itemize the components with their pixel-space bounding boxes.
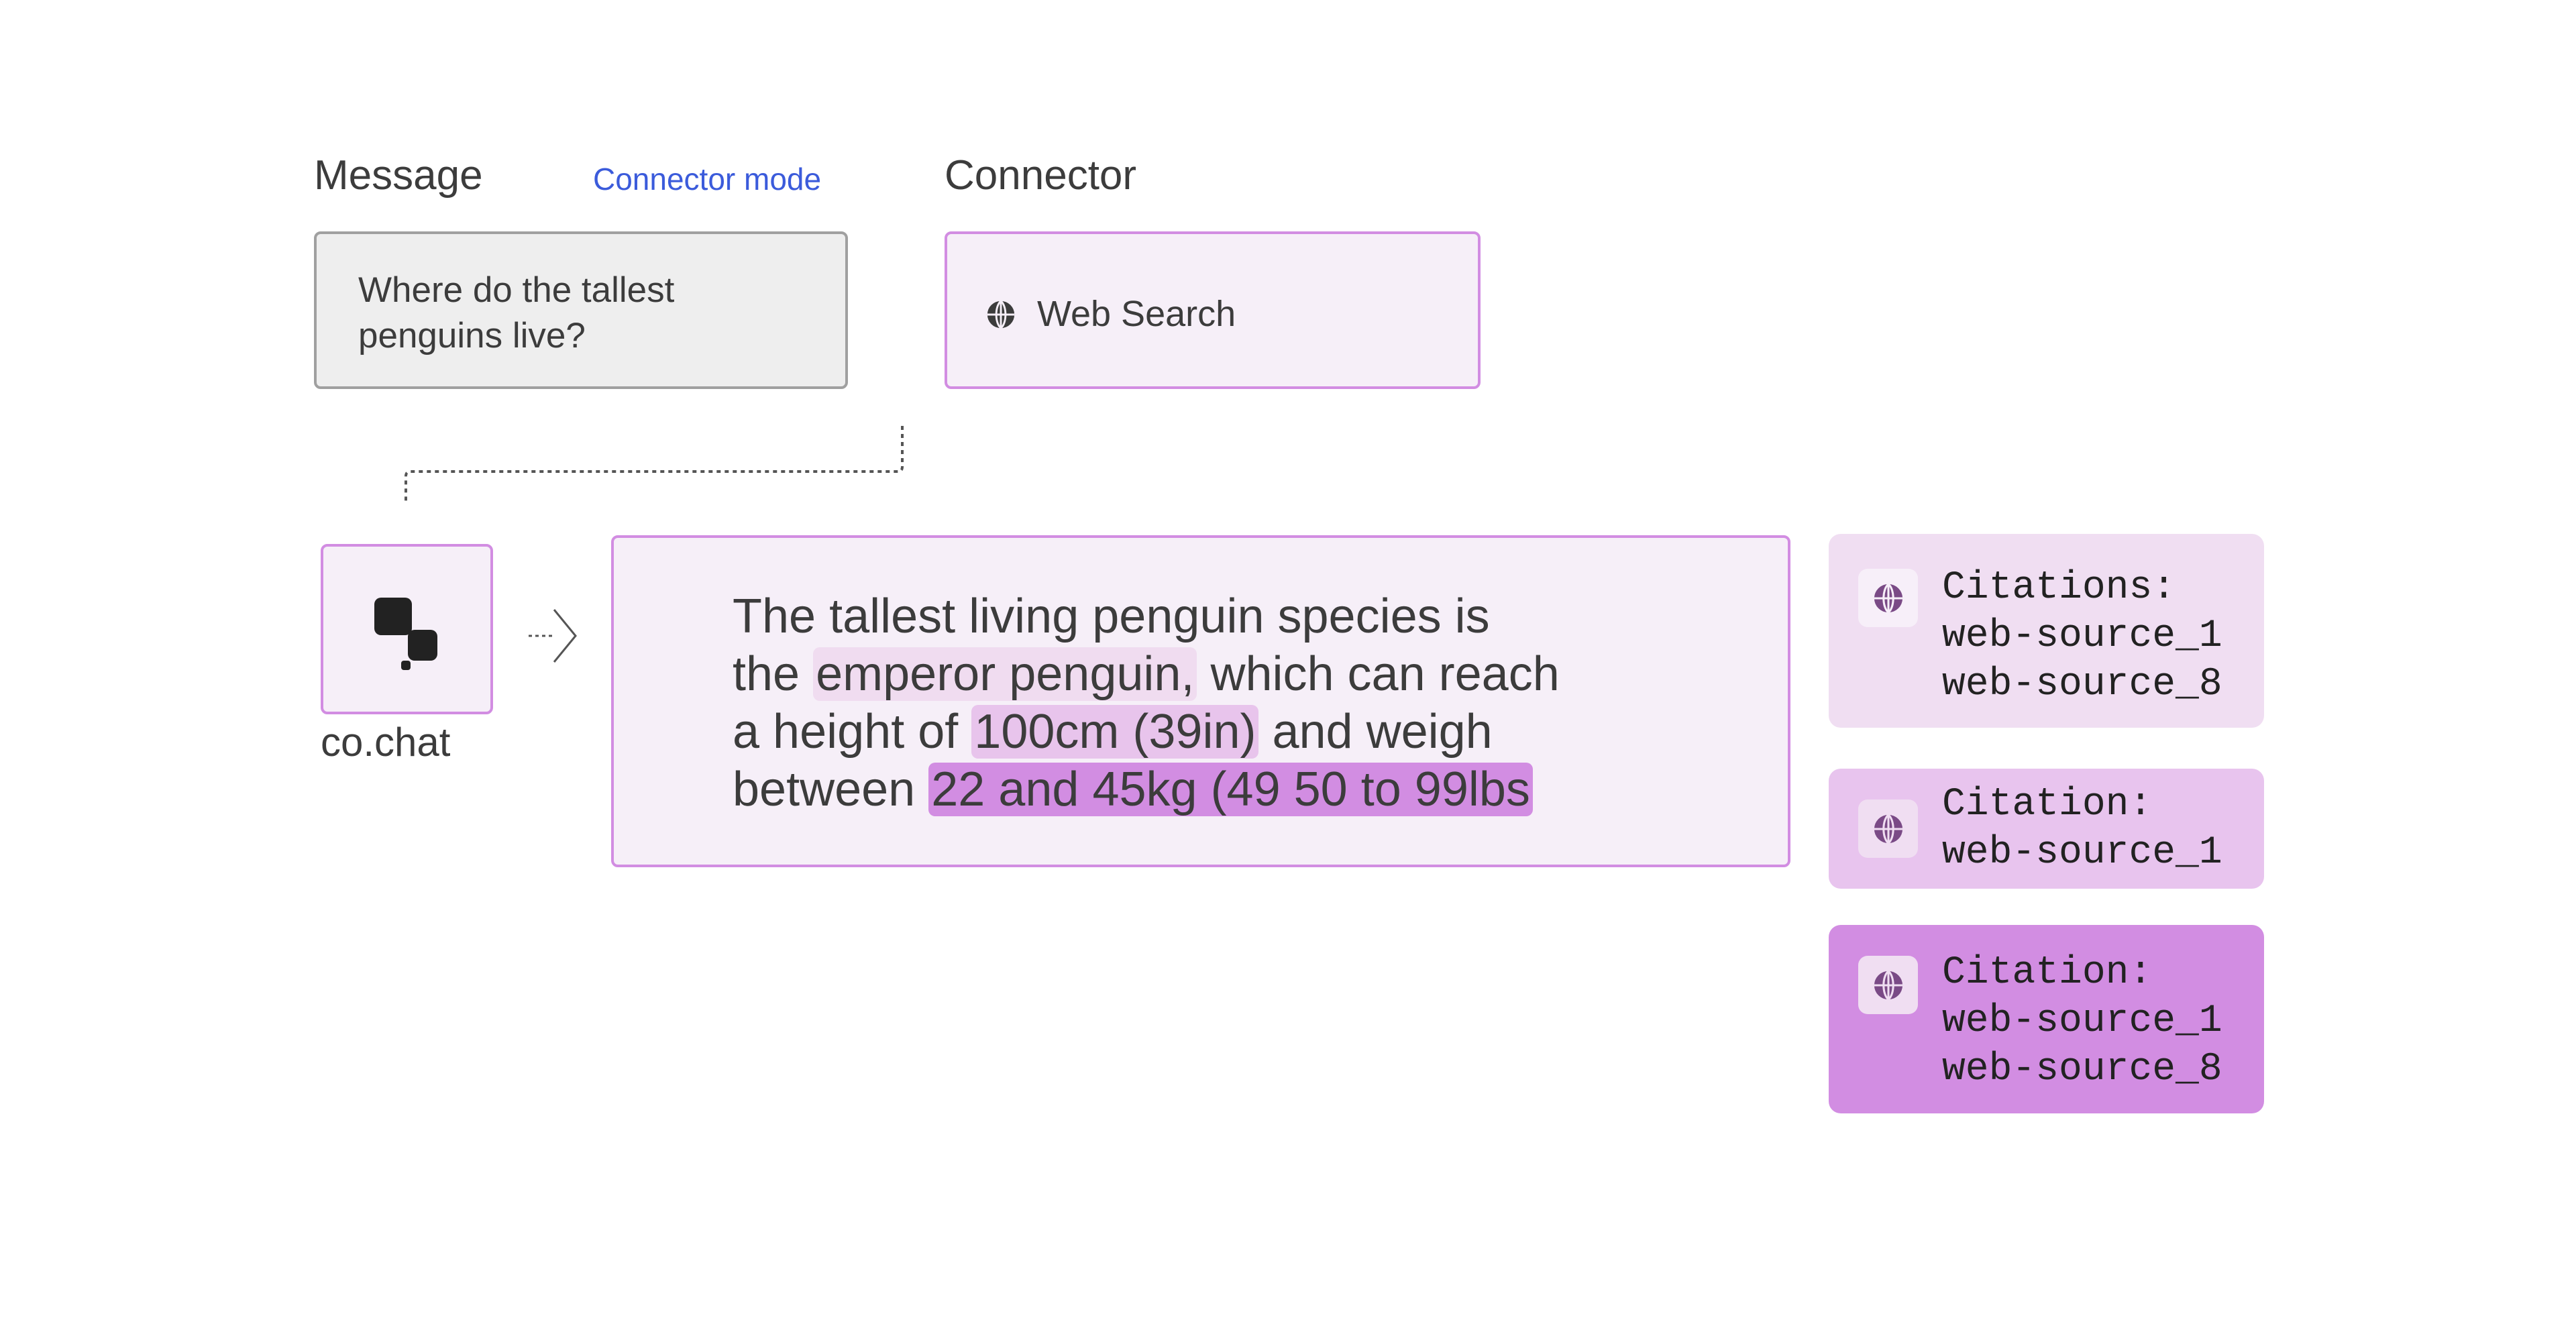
message-line: Where do the tallest	[358, 270, 675, 310]
citation-text: Citation: web-source_1 web-source_8	[1942, 949, 2222, 1094]
citation-title: Citations:	[1942, 566, 2176, 610]
citation-card-1[interactable]: Citations: web-source_1 web-source_8	[1829, 534, 2264, 728]
connector-mode-link[interactable]: Connector mode	[593, 161, 821, 197]
citation-highlight-2[interactable]: 100cm (39in)	[971, 705, 1259, 759]
globe-icon	[1874, 814, 1902, 844]
message-text: Where do the tallest penguins live?	[358, 268, 674, 359]
response-box: The tallest living penguin species is th…	[611, 535, 1790, 867]
response-line: The tallest living penguin species is	[733, 590, 1490, 643]
text: the	[733, 647, 814, 701]
citation-source: web-source_1	[1942, 614, 2222, 658]
globe-icon	[1874, 970, 1902, 1000]
cohere-chat-logo-icon	[374, 598, 437, 670]
text: and weigh	[1258, 705, 1493, 759]
citation-highlight-3[interactable]: 22 and 45kg (49 50 to 99lbs	[928, 763, 1533, 816]
text: which can reach	[1197, 647, 1560, 701]
response-text: The tallest living penguin species is th…	[733, 588, 1739, 818]
response-line: between 22 and 45kg (49 50 to 99lbs	[733, 761, 1739, 818]
co-chat-label: co.chat	[321, 720, 451, 765]
citation-card-2[interactable]: Citation: web-source_1	[1829, 769, 2264, 889]
arrow-right-icon	[529, 609, 577, 663]
citation-card-3[interactable]: Citation: web-source_1 web-source_8	[1829, 925, 2264, 1113]
citation-text: Citation: web-source_1	[1942, 781, 2222, 877]
response-line: a height of 100cm (39in) and weigh	[733, 703, 1739, 761]
citation-source: web-source_8	[1942, 1048, 2222, 1091]
citation-title: Citation:	[1942, 783, 2153, 826]
text: between	[733, 763, 929, 816]
citation-highlight-1[interactable]: emperor penguin,	[813, 647, 1197, 701]
response-line: the emperor penguin, which can reach	[733, 645, 1739, 703]
citation-icon-box	[1858, 569, 1918, 627]
globe-icon	[987, 300, 1015, 329]
message-line: penguins live?	[358, 316, 586, 355]
co-chat-box	[321, 544, 493, 714]
citation-icon-box	[1858, 956, 1918, 1014]
citation-source: web-source_1	[1942, 999, 2222, 1043]
message-header: Message	[314, 152, 483, 199]
citation-source: web-source_8	[1942, 663, 2222, 706]
connector-header: Connector	[945, 152, 1137, 199]
message-box: Where do the tallest penguins live?	[314, 231, 848, 389]
globe-icon	[1874, 583, 1902, 613]
citation-text: Citations: web-source_1 web-source_8	[1942, 564, 2222, 709]
citation-icon-box	[1858, 799, 1918, 858]
connector-web-search[interactable]: Web Search	[945, 231, 1481, 389]
citation-title: Citation:	[1942, 951, 2153, 995]
text: a height of	[733, 705, 972, 759]
dotted-connector-line	[405, 426, 904, 503]
citation-source: web-source_1	[1942, 831, 2222, 875]
connector-label: Web Search	[1037, 294, 1236, 334]
